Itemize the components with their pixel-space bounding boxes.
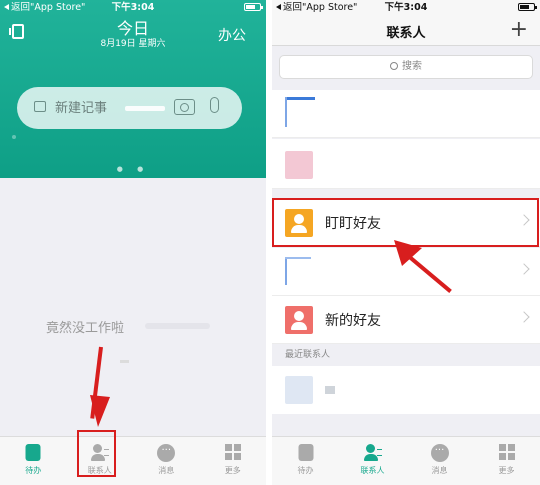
row-label: 新的好友 [325,313,381,329]
page-indicator: ● ● [116,165,150,173]
blurred-region [125,106,165,111]
blurred-region [145,323,210,329]
right-phone-screen: 返回"App Store" 下午3:04 联系人 + 搜索 盯盯好友 新的好友 … [272,0,540,485]
todo-icon [298,444,313,461]
tab-more[interactable]: 更多 [473,437,540,485]
memo-icon [34,101,46,112]
list-item[interactable] [272,366,540,414]
blurred-avatar [285,151,313,179]
memo-placeholder: 新建记事 [55,101,108,116]
chevron-right-icon [518,263,530,275]
office-button[interactable]: 办公 [218,25,246,45]
contacts-icon [363,444,382,462]
search-input[interactable]: 搜索 [279,55,533,79]
tab-bar: 待办 联系人 消息 更多 [0,436,266,485]
arrow-head-icon [394,240,422,266]
search-icon [390,62,398,70]
status-time: 下午3:04 [384,2,428,13]
tab-more[interactable]: 更多 [200,437,267,485]
search-area: 搜索 [272,46,540,90]
page-title: 联系人 [386,26,426,41]
contact-row-new-friends[interactable]: 新的好友 [272,296,540,344]
highlight-box-contacts-tab [77,430,116,477]
tab-bar: 待办 联系人 消息 更多 [272,436,540,485]
tab-todo[interactable]: 待办 [272,437,339,485]
blurred-avatar [285,257,311,259]
contacts-nav-bar: 返回"App Store" 下午3:04 联系人 + [272,0,540,46]
status-bar: 返回"App Store" 下午3:04 [0,0,266,16]
list-item[interactable] [272,90,540,138]
message-icon [157,444,176,462]
blurred-avatar [285,97,315,100]
blurred-avatar [285,257,287,285]
today-header: 返回"App Store" 下午3:04 今日 8月19日 星期六 办公 新建记… [0,0,266,178]
blurred-region [325,386,335,394]
arrow-head-icon [90,395,110,427]
more-grid-icon [498,444,515,460]
decor-dot [12,135,16,139]
battery-icon [244,0,263,16]
message-icon [430,444,449,462]
chevron-right-icon [518,311,530,323]
list-item[interactable] [272,139,540,189]
tab-contacts[interactable]: 联系人 [339,437,406,485]
tab-messages[interactable]: 消息 [133,437,200,485]
tab-todo[interactable]: 待办 [0,437,67,485]
section-header-recent: 最近联系人 [272,344,540,366]
status-bar: 返回"App Store" 下午3:04 [272,0,540,16]
todo-icon [25,444,41,461]
blurred-region [120,360,129,363]
add-person-icon [285,306,313,334]
blurred-avatar [285,97,287,127]
battery-icon [518,0,537,16]
more-grid-icon [224,444,241,460]
empty-state-message: 竟然没工作啦 [46,321,125,336]
microphone-icon[interactable] [210,97,219,113]
tab-messages[interactable]: 消息 [406,437,473,485]
add-contact-button[interactable]: + [510,19,528,41]
status-time: 下午3:04 [111,2,155,13]
new-memo-input[interactable]: 新建记事 [17,87,242,129]
camera-icon[interactable] [174,99,195,115]
blurred-avatar [285,376,313,404]
left-phone-screen: 返回"App Store" 下午3:04 今日 8月19日 星期六 办公 新建记… [0,0,266,485]
